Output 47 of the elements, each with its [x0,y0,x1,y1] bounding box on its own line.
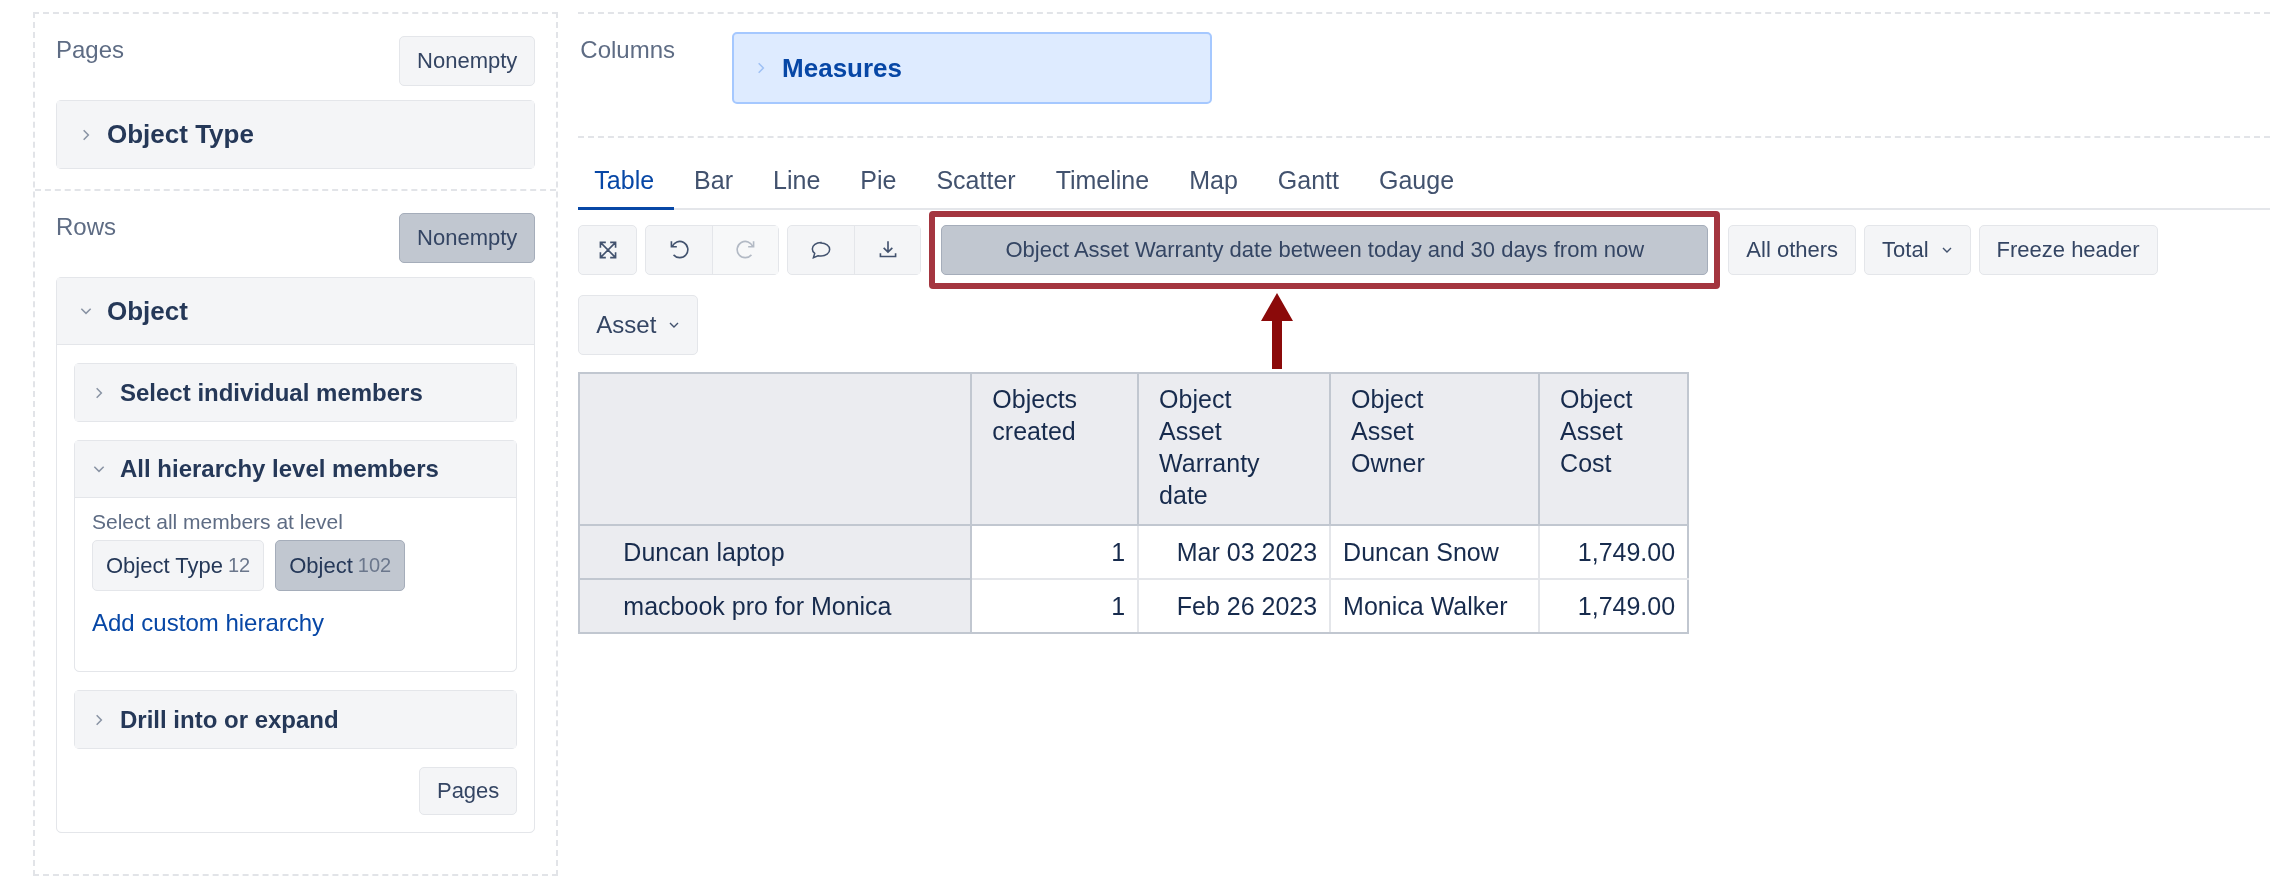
section-title: Columns [580,36,676,64]
hint-text: Select all members at level [92,510,344,534]
chart-tab[interactable]: Line [753,160,841,210]
measures-drop-zone[interactable]: Measures [732,32,1213,104]
add-hierarchy-link[interactable]: Add custom hierarchy [92,609,325,637]
chart-tab[interactable]: Timeline [1035,160,1170,210]
toolbar-button[interactable]: All others [1728,225,1857,275]
chart-tab[interactable]: Table [578,160,675,210]
member-count: 102 [357,554,392,577]
accordion-header[interactable]: Object [57,278,535,345]
nonempty-toggle[interactable]: Nonempty [399,213,536,263]
row-header: Duncan laptop [579,525,972,579]
accordion-header[interactable]: Drill into or expand [75,691,517,748]
dimension-dropdown[interactable]: Asset [578,295,699,355]
accordion-header[interactable]: Object Type [57,101,535,168]
table-cell: Feb 26 2023 [1138,579,1331,633]
table-cell: 1,749.00 [1539,579,1689,633]
chart-tab[interactable]: Gauge [1358,160,1475,210]
chart-tab[interactable]: Bar [674,160,753,210]
nonempty-toggle[interactable]: Nonempty [399,36,536,86]
column-header: Object Asset Warranty date [1138,373,1331,525]
total-dropdown[interactable]: Total [1864,225,1971,275]
chart-tab[interactable]: Scatter [916,160,1036,210]
chart-tab[interactable]: Pie [840,160,917,210]
chart-tab[interactable]: Map [1169,160,1258,210]
chart-tab[interactable]: Gantt [1257,160,1359,210]
column-header: Object Asset Cost [1539,373,1689,525]
section-title: Pages [56,36,125,64]
level-chip[interactable]: Object Type 12 [92,540,265,591]
filter-button[interactable]: Object Asset Warranty date between today and 30 days from now [941,225,1709,275]
table-cell: Monica Walker [1330,579,1540,633]
level-chip[interactable]: Object 102 [275,540,406,591]
table-cell: Duncan Snow [1330,525,1540,579]
section-title: Rows [56,213,116,241]
row-header: macbook pro for Monica [579,579,972,633]
download-button[interactable] [854,226,921,274]
table-cell: 1 [971,579,1139,633]
column-header: Object Asset Owner [1330,373,1540,525]
accordion-header[interactable]: Select individual members [75,364,517,421]
table-cell: Mar 03 2023 [1138,525,1331,579]
pages-button[interactable]: Pages [418,767,518,815]
table-cell: 1 [971,525,1139,579]
member-count: 12 [228,554,251,577]
table-cell: 1,749.00 [1539,525,1689,579]
accordion-header[interactable]: All hierarchy level members [75,441,517,498]
column-header: Objects created [971,373,1139,525]
toolbar-button[interactable]: Freeze header [1978,225,2158,275]
